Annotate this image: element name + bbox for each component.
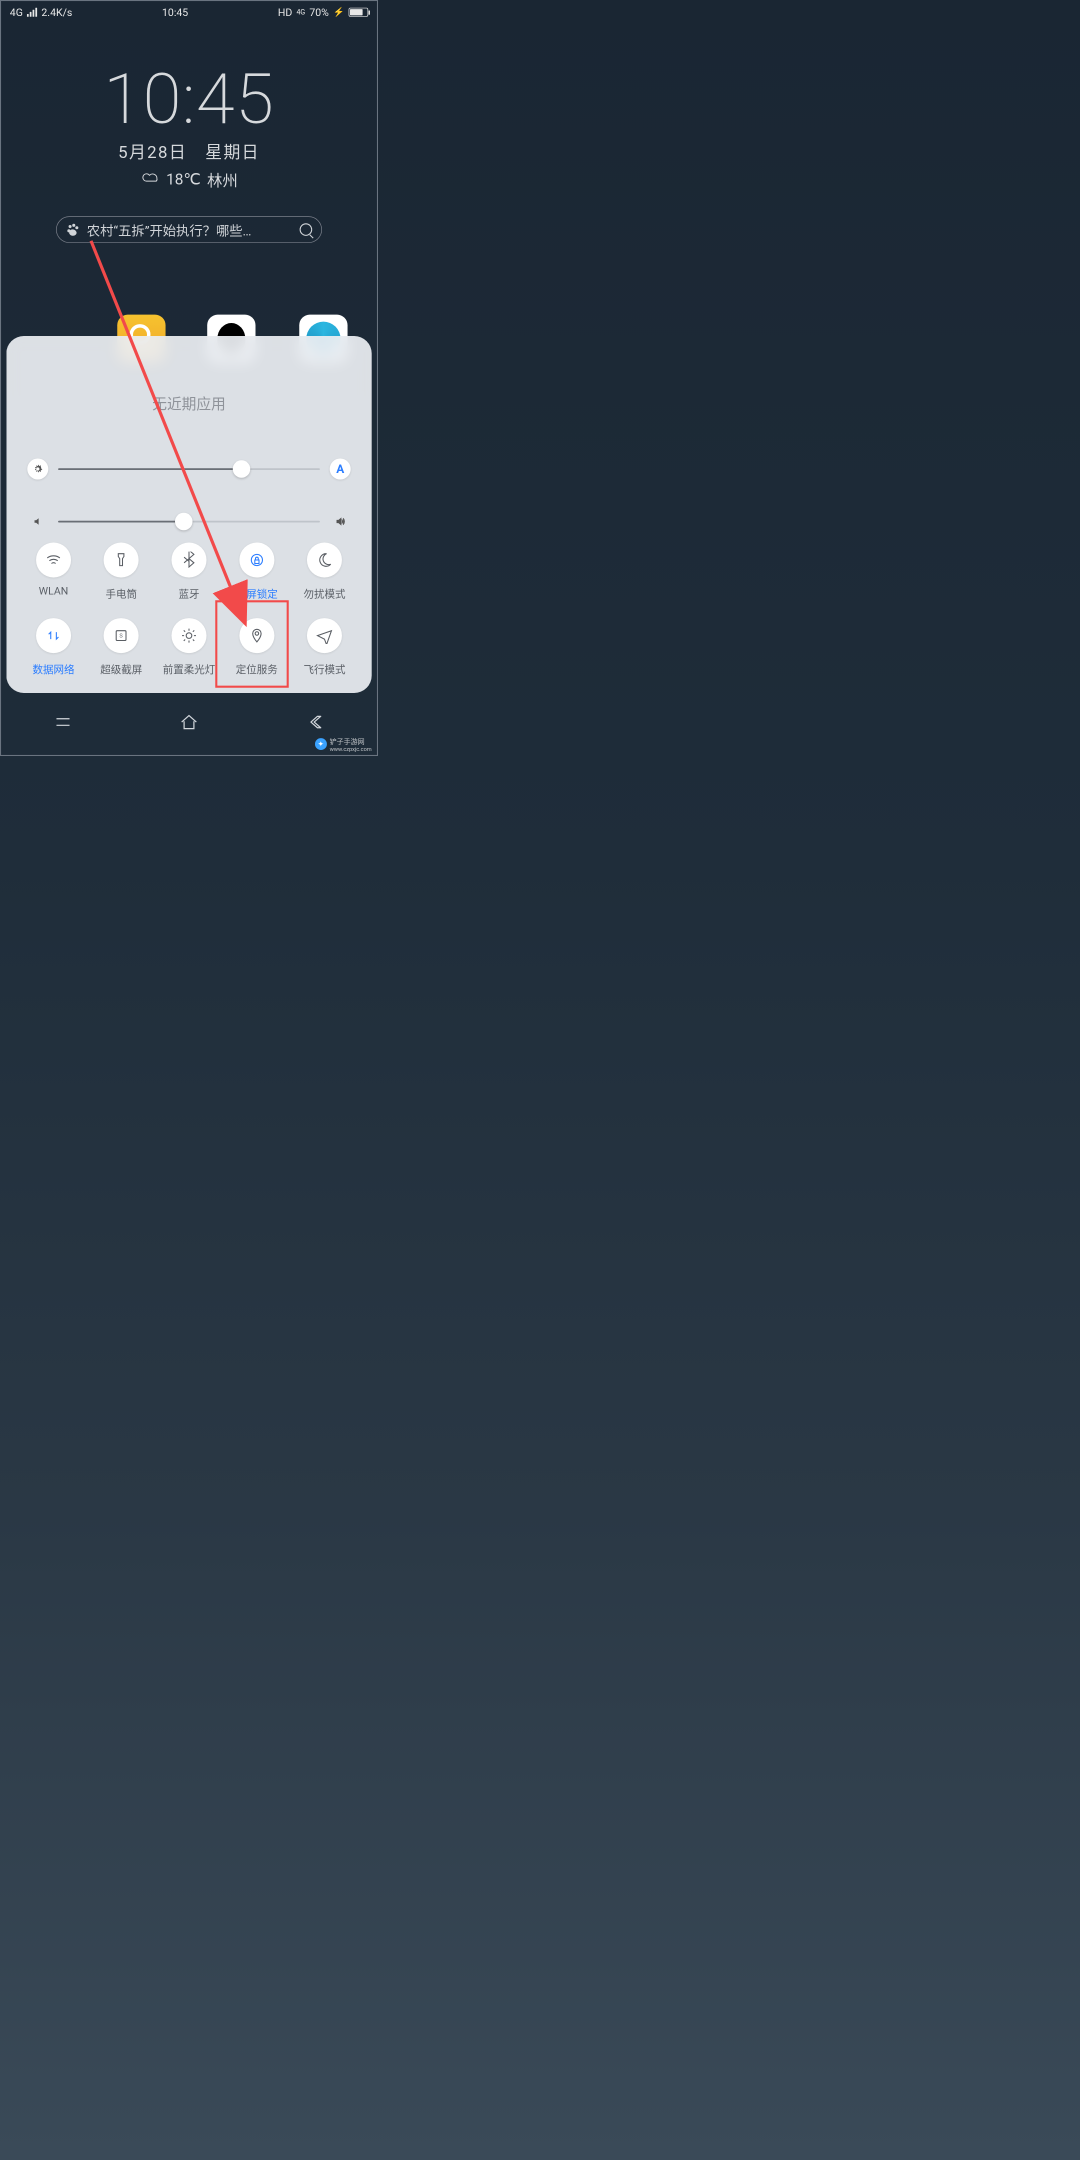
location-icon [239, 618, 274, 653]
volume-low-icon [27, 511, 48, 532]
svg-text:S: S [120, 634, 124, 640]
watermark: ✦ 铲子手游网 www.czpxjc.com [315, 736, 372, 753]
nav-back[interactable] [305, 712, 325, 733]
sun-icon [171, 618, 206, 653]
watermark-label: 铲子手游网 [330, 736, 372, 746]
nav-home[interactable] [179, 712, 199, 733]
temp-label: 18℃ [166, 170, 201, 188]
status-time: 10:45 [162, 6, 188, 18]
battery-pct: 70% [309, 6, 328, 18]
toggle-label: 手电筒 [105, 585, 136, 600]
toggle-label: 勿扰模式 [304, 585, 346, 600]
weather-row[interactable]: 18℃ 林州 [0, 168, 378, 190]
nav-recent[interactable] [53, 712, 73, 733]
brightness-slider[interactable] [58, 468, 320, 470]
toggle-label: WLAN [39, 585, 68, 597]
toggle-label: 前置柔光灯 [163, 661, 216, 676]
cloud-icon [140, 170, 160, 188]
speed-label: 2.4K/s [41, 6, 72, 18]
signal-icon [27, 8, 37, 17]
baidu-icon [66, 222, 81, 237]
toggle-mobile-data[interactable]: 数据网络 [20, 618, 88, 676]
moon-icon [307, 543, 342, 578]
toggle-label: 飞行模式 [304, 661, 346, 676]
toggle-airplane[interactable]: 飞行模式 [291, 618, 359, 676]
lock-date: 5月28日 星期日 [0, 138, 378, 163]
lock-clock: 10:45 [0, 58, 378, 140]
volume-slider-row [27, 511, 350, 532]
toggle-torch[interactable]: 手电筒 [87, 543, 155, 601]
search-icon[interactable] [300, 223, 313, 236]
brightness-slider-row: A [27, 459, 350, 480]
volume-slider[interactable] [58, 521, 320, 523]
toggle-front-flash[interactable]: 前置柔光灯 [155, 618, 223, 676]
network-type-label: 4G [10, 6, 23, 18]
airplane-icon [307, 618, 342, 653]
toggle-bluetooth[interactable]: 蓝牙 [155, 543, 223, 601]
toggle-location[interactable]: 定位服务 [223, 618, 291, 676]
data-icon [36, 618, 71, 653]
hd-label: HD [278, 6, 292, 18]
settings-icon[interactable] [27, 459, 48, 480]
battery-icon [349, 8, 369, 17]
status-bar: 4G 2.4K/s 10:45 HD 4G 70% ⚡ [0, 0, 378, 25]
toggle-rotation-lock[interactable]: 竖屏锁定 [223, 543, 291, 601]
toggle-label: 蓝牙 [178, 585, 199, 600]
toggle-dnd[interactable]: 勿扰模式 [291, 543, 359, 601]
volume-high-icon [330, 511, 351, 532]
search-placeholder: 农村“五拆”开始执行？哪些… [87, 220, 294, 239]
toggle-label: 超级截屏 [100, 661, 142, 676]
watermark-url: www.czpxjc.com [330, 746, 372, 753]
quick-toggles: WLAN 手电筒 蓝牙 竖屏锁定 勿扰模式 数据网络 S 超级截屏 前 [20, 543, 359, 677]
rotation-lock-icon [239, 543, 274, 578]
net-small-label: 4G [296, 8, 305, 16]
bluetooth-icon [171, 543, 206, 578]
nav-bar [0, 709, 378, 737]
toggle-screenshot[interactable]: S 超级截屏 [87, 618, 155, 676]
no-recent-label: 无近期应用 [6, 392, 371, 413]
torch-icon [104, 543, 139, 578]
toggle-label: 数据网络 [32, 661, 74, 676]
wifi-icon [36, 543, 71, 578]
toggle-label: 定位服务 [236, 661, 278, 676]
toggle-wlan[interactable]: WLAN [20, 543, 88, 601]
control-panel[interactable]: 无近期应用 A WLAN 手电筒 [6, 336, 371, 693]
search-bar[interactable]: 农村“五拆”开始执行？哪些… [56, 216, 322, 243]
charging-icon: ⚡ [333, 7, 344, 18]
auto-brightness-button[interactable]: A [330, 459, 351, 480]
city-label: 林州 [207, 168, 238, 190]
screenshot-icon: S [104, 618, 139, 653]
watermark-logo: ✦ [315, 738, 327, 750]
toggle-label: 竖屏锁定 [236, 585, 278, 600]
